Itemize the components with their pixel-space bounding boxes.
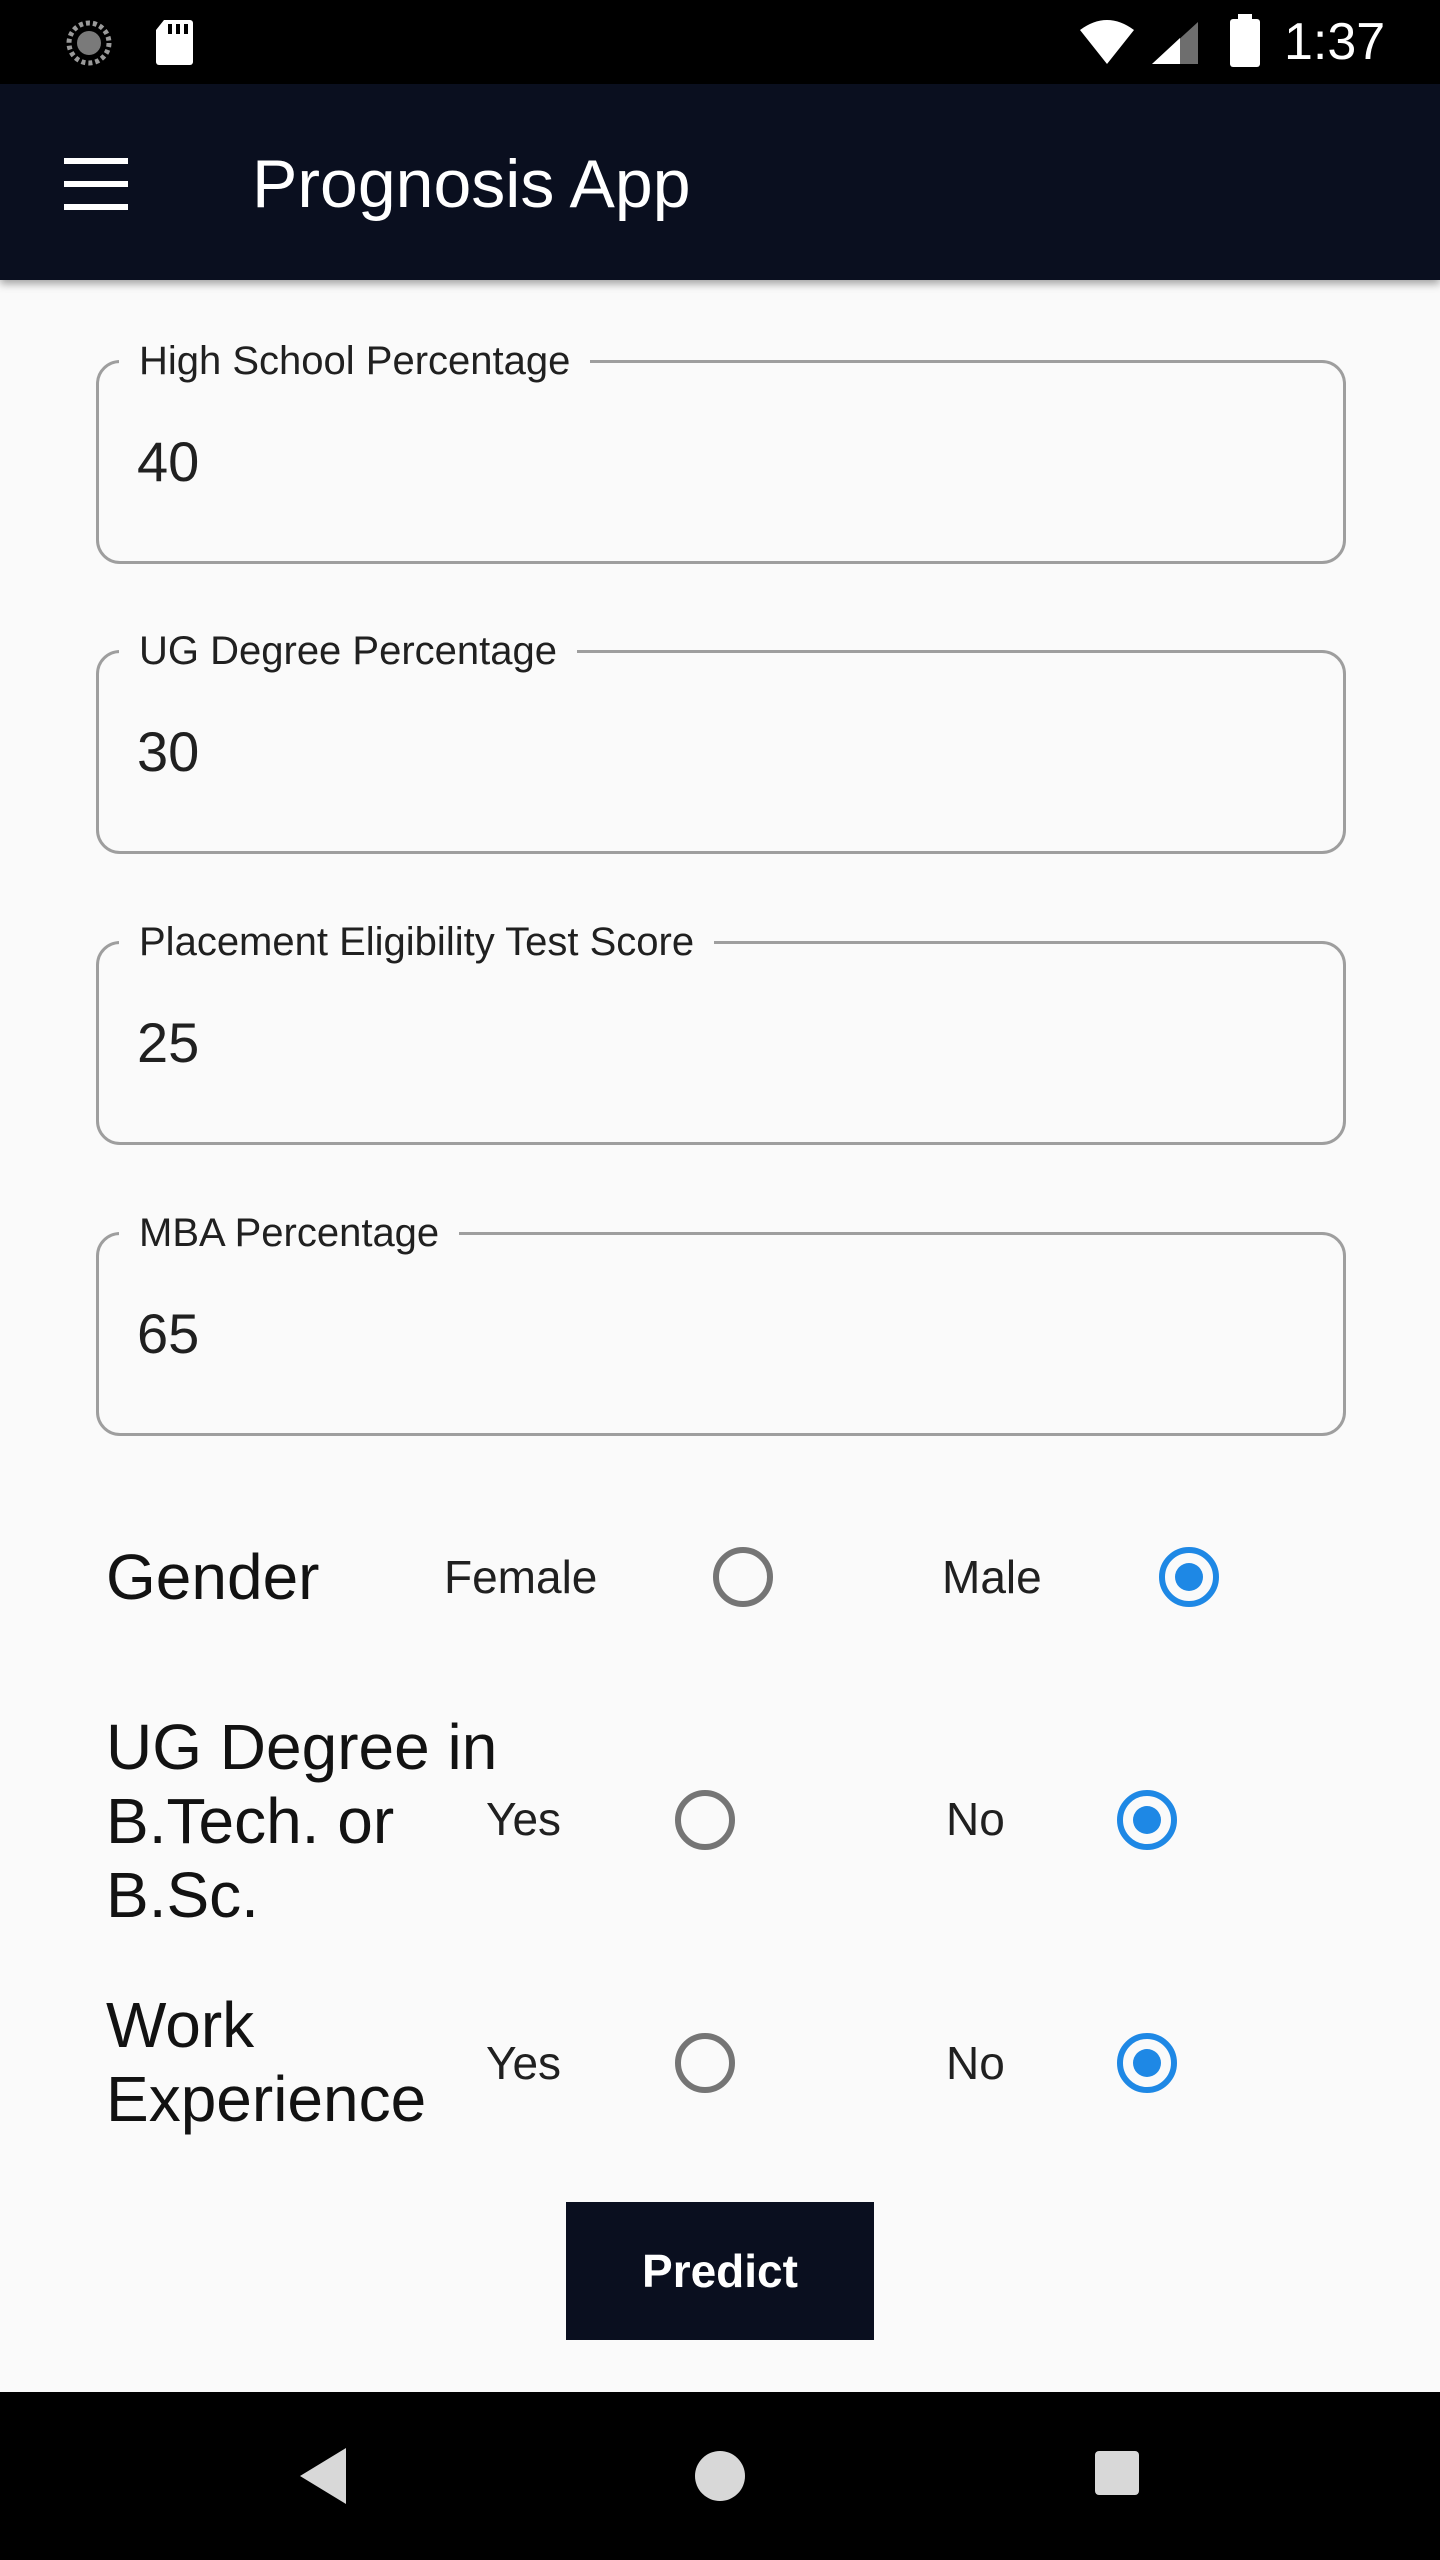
battery-icon	[1230, 14, 1260, 67]
placement-test-score-input[interactable]	[137, 1002, 1287, 1082]
ug-degree-no-radio[interactable]	[1117, 1790, 1177, 1850]
predict-button[interactable]: Predict	[566, 2202, 874, 2340]
back-icon[interactable]	[298, 2446, 348, 2506]
app-bar: Prognosis App	[0, 84, 1440, 280]
work-experience-option-yes-label: Yes	[486, 2037, 562, 2089]
work-experience-option-no-label: No	[946, 2037, 1005, 2089]
work-experience-label: Work Experience	[106, 1988, 426, 2136]
app-title: Prognosis App	[252, 146, 691, 222]
hamburger-menu-icon[interactable]	[46, 134, 146, 234]
signal-icon	[1152, 22, 1198, 64]
work-experience-no-radio[interactable]	[1117, 2033, 1177, 2093]
mba-percentage-label: MBA Percentage	[119, 1207, 460, 1259]
work-experience-label-line-1: Work	[106, 1989, 255, 2061]
ug-degree-yes-radio[interactable]	[675, 1790, 735, 1850]
recents-icon[interactable]	[1095, 2451, 1139, 2495]
gender-label: Gender	[106, 1541, 320, 1613]
ug-degree-percentage-field[interactable]: UG Degree Percentage	[96, 625, 1346, 854]
gender-option-female-label: Female	[444, 1551, 598, 1603]
status-time: 1:37	[1284, 13, 1386, 71]
work-experience-label-line-2: Experience	[106, 2063, 427, 2135]
ug-degree-option-no-label: No	[946, 1793, 1005, 1845]
gender-male-radio[interactable]	[1159, 1547, 1219, 1607]
gender-option-male-label: Male	[942, 1551, 1042, 1603]
high-school-percentage-label: High School Percentage	[119, 335, 591, 387]
high-school-percentage-input[interactable]	[137, 421, 1287, 501]
home-icon[interactable]	[695, 2451, 745, 2501]
sd-card-icon	[156, 20, 193, 65]
ug-degree-option-yes-label: Yes	[486, 1793, 562, 1845]
placement-test-score-label: Placement Eligibility Test Score	[119, 916, 715, 968]
ug-degree-label-line-2: B.Tech. or	[106, 1785, 395, 1857]
ug-degree-label: UG Degree in B.Tech. or B.Sc.	[106, 1710, 497, 1932]
sync-icon	[66, 20, 112, 66]
ug-degree-percentage-label: UG Degree Percentage	[119, 625, 578, 677]
wifi-icon	[1080, 20, 1134, 64]
ug-degree-label-line-1: UG Degree in	[106, 1711, 498, 1783]
gender-female-radio[interactable]	[713, 1547, 773, 1607]
work-experience-yes-radio[interactable]	[675, 2033, 735, 2093]
high-school-percentage-field[interactable]: High School Percentage	[96, 335, 1346, 564]
placement-test-score-field[interactable]: Placement Eligibility Test Score	[96, 916, 1346, 1145]
ug-degree-percentage-input[interactable]	[137, 711, 1287, 791]
mba-percentage-input[interactable]	[137, 1293, 1287, 1373]
status-bar: 1:37	[0, 0, 1440, 84]
mba-percentage-field[interactable]: MBA Percentage	[96, 1207, 1346, 1436]
navigation-bar	[0, 2392, 1440, 2560]
ug-degree-label-line-3: B.Sc.	[106, 1859, 259, 1931]
